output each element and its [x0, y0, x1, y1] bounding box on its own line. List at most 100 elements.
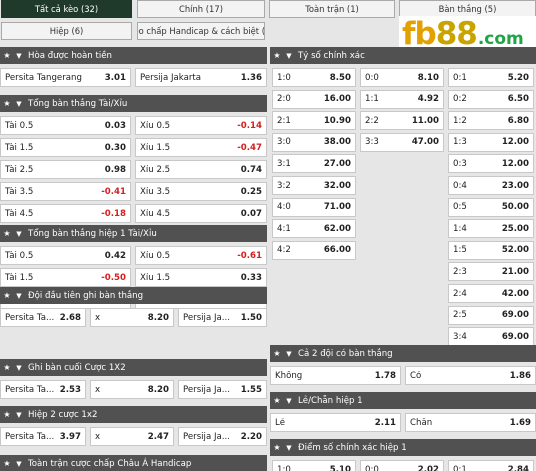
star-icon[interactable]: ★: [270, 349, 284, 358]
star-icon[interactable]: ★: [270, 51, 284, 60]
odds-cell[interactable]: 4:1 62.00: [272, 219, 356, 239]
odds-cell[interactable]: Tài 3.5 -0.41: [0, 182, 131, 201]
odds-cell[interactable]: 2:1 10.90: [272, 111, 356, 131]
selection-label: Persita Tangerang: [5, 72, 82, 83]
odds-cell[interactable]: 4:0 71.00: [272, 197, 356, 217]
market-header[interactable]: ★ ▼ Điểm số chính xác hiệp 1: [270, 439, 536, 456]
chevron-down-icon[interactable]: ▼: [14, 460, 24, 468]
odds-cell[interactable]: 3:4 69.00: [448, 327, 534, 347]
market-header[interactable]: ★ ▼ Hiệp 2 cược 1x2: [0, 406, 267, 423]
odds-cell[interactable]: Xỉu 0.5 -0.14: [135, 116, 267, 135]
market-header[interactable]: ★ ▼ Ghi bàn cuối Cược 1X2: [0, 359, 267, 376]
odds-cell[interactable]: Không 1.78: [270, 366, 401, 385]
market-header[interactable]: ★ ▼ Toàn trận cược chấp Châu Á Handicap: [0, 455, 267, 471]
odds-cell[interactable]: x 8.20: [90, 380, 174, 399]
chevron-down-icon[interactable]: ▼: [14, 230, 24, 238]
tab-half[interactable]: Hiệp (6): [1, 22, 132, 40]
odds-cell[interactable]: 2:3 21.00: [448, 262, 534, 282]
selection-label: Persita Ta...: [5, 312, 55, 323]
star-icon[interactable]: ★: [0, 229, 14, 238]
odds-cell[interactable]: 2:2 11.00: [360, 111, 444, 131]
odds-cell[interactable]: Tài 1.5 -0.50: [0, 268, 131, 287]
star-icon[interactable]: ★: [0, 99, 14, 108]
odds-cell[interactable]: Tài 0.5 0.03: [0, 116, 131, 135]
odds-cell[interactable]: x 2.47: [90, 427, 174, 446]
odds-cell[interactable]: 4:2 66.00: [272, 240, 356, 260]
market-header[interactable]: ★ ▼ Lẻ/Chẵn hiệp 1: [270, 392, 536, 409]
selection-label: 1:1: [365, 94, 379, 105]
odds-cell[interactable]: 1:0 8.50: [272, 68, 356, 87]
odds-cell[interactable]: 0:5 50.00: [448, 197, 534, 217]
odds-cell[interactable]: Tài 2.5 0.98: [0, 160, 131, 179]
tab-handicap[interactable]: Kèo chấp Handicap & cách biệt (1): [137, 22, 265, 40]
star-icon[interactable]: ★: [0, 363, 14, 372]
odds-cell[interactable]: Có 1.86: [405, 366, 536, 385]
chevron-down-icon[interactable]: ▼: [284, 350, 294, 358]
odds-cell[interactable]: x 8.20: [90, 308, 174, 327]
odds-cell[interactable]: Persija Ja... 1.50: [178, 308, 267, 327]
star-icon[interactable]: ★: [270, 396, 284, 405]
odds-value: 10.90: [323, 115, 351, 126]
odds-cell[interactable]: 1:5 52.00: [448, 240, 534, 260]
odds-cell[interactable]: Lẻ 2.11: [270, 413, 401, 432]
odds-cell[interactable]: 1:0 5.10: [272, 460, 356, 471]
market-header[interactable]: ★ ▼ Đội đầu tiên ghi bàn thắng: [0, 287, 267, 304]
odds-cell[interactable]: Tài 4.5 -0.18: [0, 204, 131, 223]
market-header[interactable]: ★ ▼ Tỷ số chính xác: [270, 47, 536, 64]
chevron-down-icon[interactable]: ▼: [14, 292, 24, 300]
chevron-down-icon[interactable]: ▼: [14, 364, 24, 372]
odds-cell[interactable]: Persita Ta... 2.53: [0, 380, 86, 399]
chevron-down-icon[interactable]: ▼: [14, 100, 24, 108]
odds-cell[interactable]: Xỉu 0.5 -0.61: [135, 246, 267, 265]
odds-cell[interactable]: Tài 1.5 0.30: [0, 138, 131, 157]
odds-cell[interactable]: 3:1 27.00: [272, 154, 356, 174]
odds-cell[interactable]: 3:3 47.00: [360, 132, 444, 152]
chevron-down-icon[interactable]: ▼: [284, 52, 294, 60]
market-header[interactable]: ★ ▼ Tổng bàn thắng Tài/Xỉu: [0, 95, 267, 112]
odds-cell[interactable]: Xỉu 1.5 0.33: [135, 268, 267, 287]
odds-cell[interactable]: Persita Ta... 3.97: [0, 427, 86, 446]
odds-cell[interactable]: 1:1 4.92: [360, 89, 444, 109]
star-icon[interactable]: ★: [0, 291, 14, 300]
odds-cell[interactable]: 0:0 8.10: [360, 68, 444, 87]
odds-cell[interactable]: 2:0 16.00: [272, 89, 356, 109]
odds-cell[interactable]: 1:2 6.80: [448, 111, 534, 131]
odds-cell[interactable]: 1:4 25.00: [448, 219, 534, 239]
market-header[interactable]: ★ ▼ Tổng bàn thắng hiệp 1 Tài/Xỉu: [0, 225, 267, 242]
odds-cell[interactable]: 0:2 6.50: [448, 89, 534, 109]
odds-cell[interactable]: Tài 0.5 0.42: [0, 246, 131, 265]
odds-cell[interactable]: 0:4 23.00: [448, 176, 534, 195]
odds-cell[interactable]: 2:5 69.00: [448, 305, 534, 325]
star-icon[interactable]: ★: [0, 51, 14, 60]
odds-cell[interactable]: Persija Ja... 1.55: [178, 380, 267, 399]
market-header[interactable]: ★ ▼ Hòa được hoàn tiền: [0, 47, 267, 64]
odds-cell[interactable]: Xỉu 3.5 0.25: [135, 182, 267, 201]
odds-cell[interactable]: Persita Tangerang 3.01: [0, 68, 131, 87]
odds-cell[interactable]: 0:1 2.84: [448, 460, 534, 471]
odds-cell[interactable]: Xỉu 2.5 0.74: [135, 160, 267, 179]
tab-main[interactable]: Chính (17): [137, 0, 265, 18]
tab-all[interactable]: Tất cả kèo (32): [1, 0, 132, 18]
chevron-down-icon[interactable]: ▼: [14, 52, 24, 60]
odds-cell[interactable]: 3:0 38.00: [272, 132, 356, 152]
odds-cell[interactable]: Chẵn 1.69: [405, 413, 536, 432]
odds-cell[interactable]: Xỉu 4.5 0.07: [135, 204, 267, 223]
odds-cell[interactable]: 1:3 12.00: [448, 132, 534, 152]
odds-cell[interactable]: 0:0 2.02: [360, 460, 444, 471]
chevron-down-icon[interactable]: ▼: [284, 444, 294, 452]
odds-cell[interactable]: Persija Ja... 2.20: [178, 427, 267, 446]
odds-cell[interactable]: 0:1 5.20: [448, 68, 534, 87]
odds-cell[interactable]: 2:4 42.00: [448, 284, 534, 303]
tab-full-match[interactable]: Toàn trận (1): [269, 0, 395, 18]
odds-cell[interactable]: Persita Ta... 2.68: [0, 308, 86, 327]
odds-cell[interactable]: Persija Jakarta 1.36: [135, 68, 267, 87]
star-icon[interactable]: ★: [270, 443, 284, 452]
odds-cell[interactable]: Xỉu 1.5 -0.47: [135, 138, 267, 157]
star-icon[interactable]: ★: [0, 459, 14, 468]
chevron-down-icon[interactable]: ▼: [284, 397, 294, 405]
star-icon[interactable]: ★: [0, 410, 14, 419]
chevron-down-icon[interactable]: ▼: [14, 411, 24, 419]
odds-cell[interactable]: 0:3 12.00: [448, 154, 534, 174]
market-header[interactable]: ★ ▼ Cả 2 đội có bàn thắng: [270, 345, 536, 362]
odds-cell[interactable]: 3:2 32.00: [272, 176, 356, 195]
